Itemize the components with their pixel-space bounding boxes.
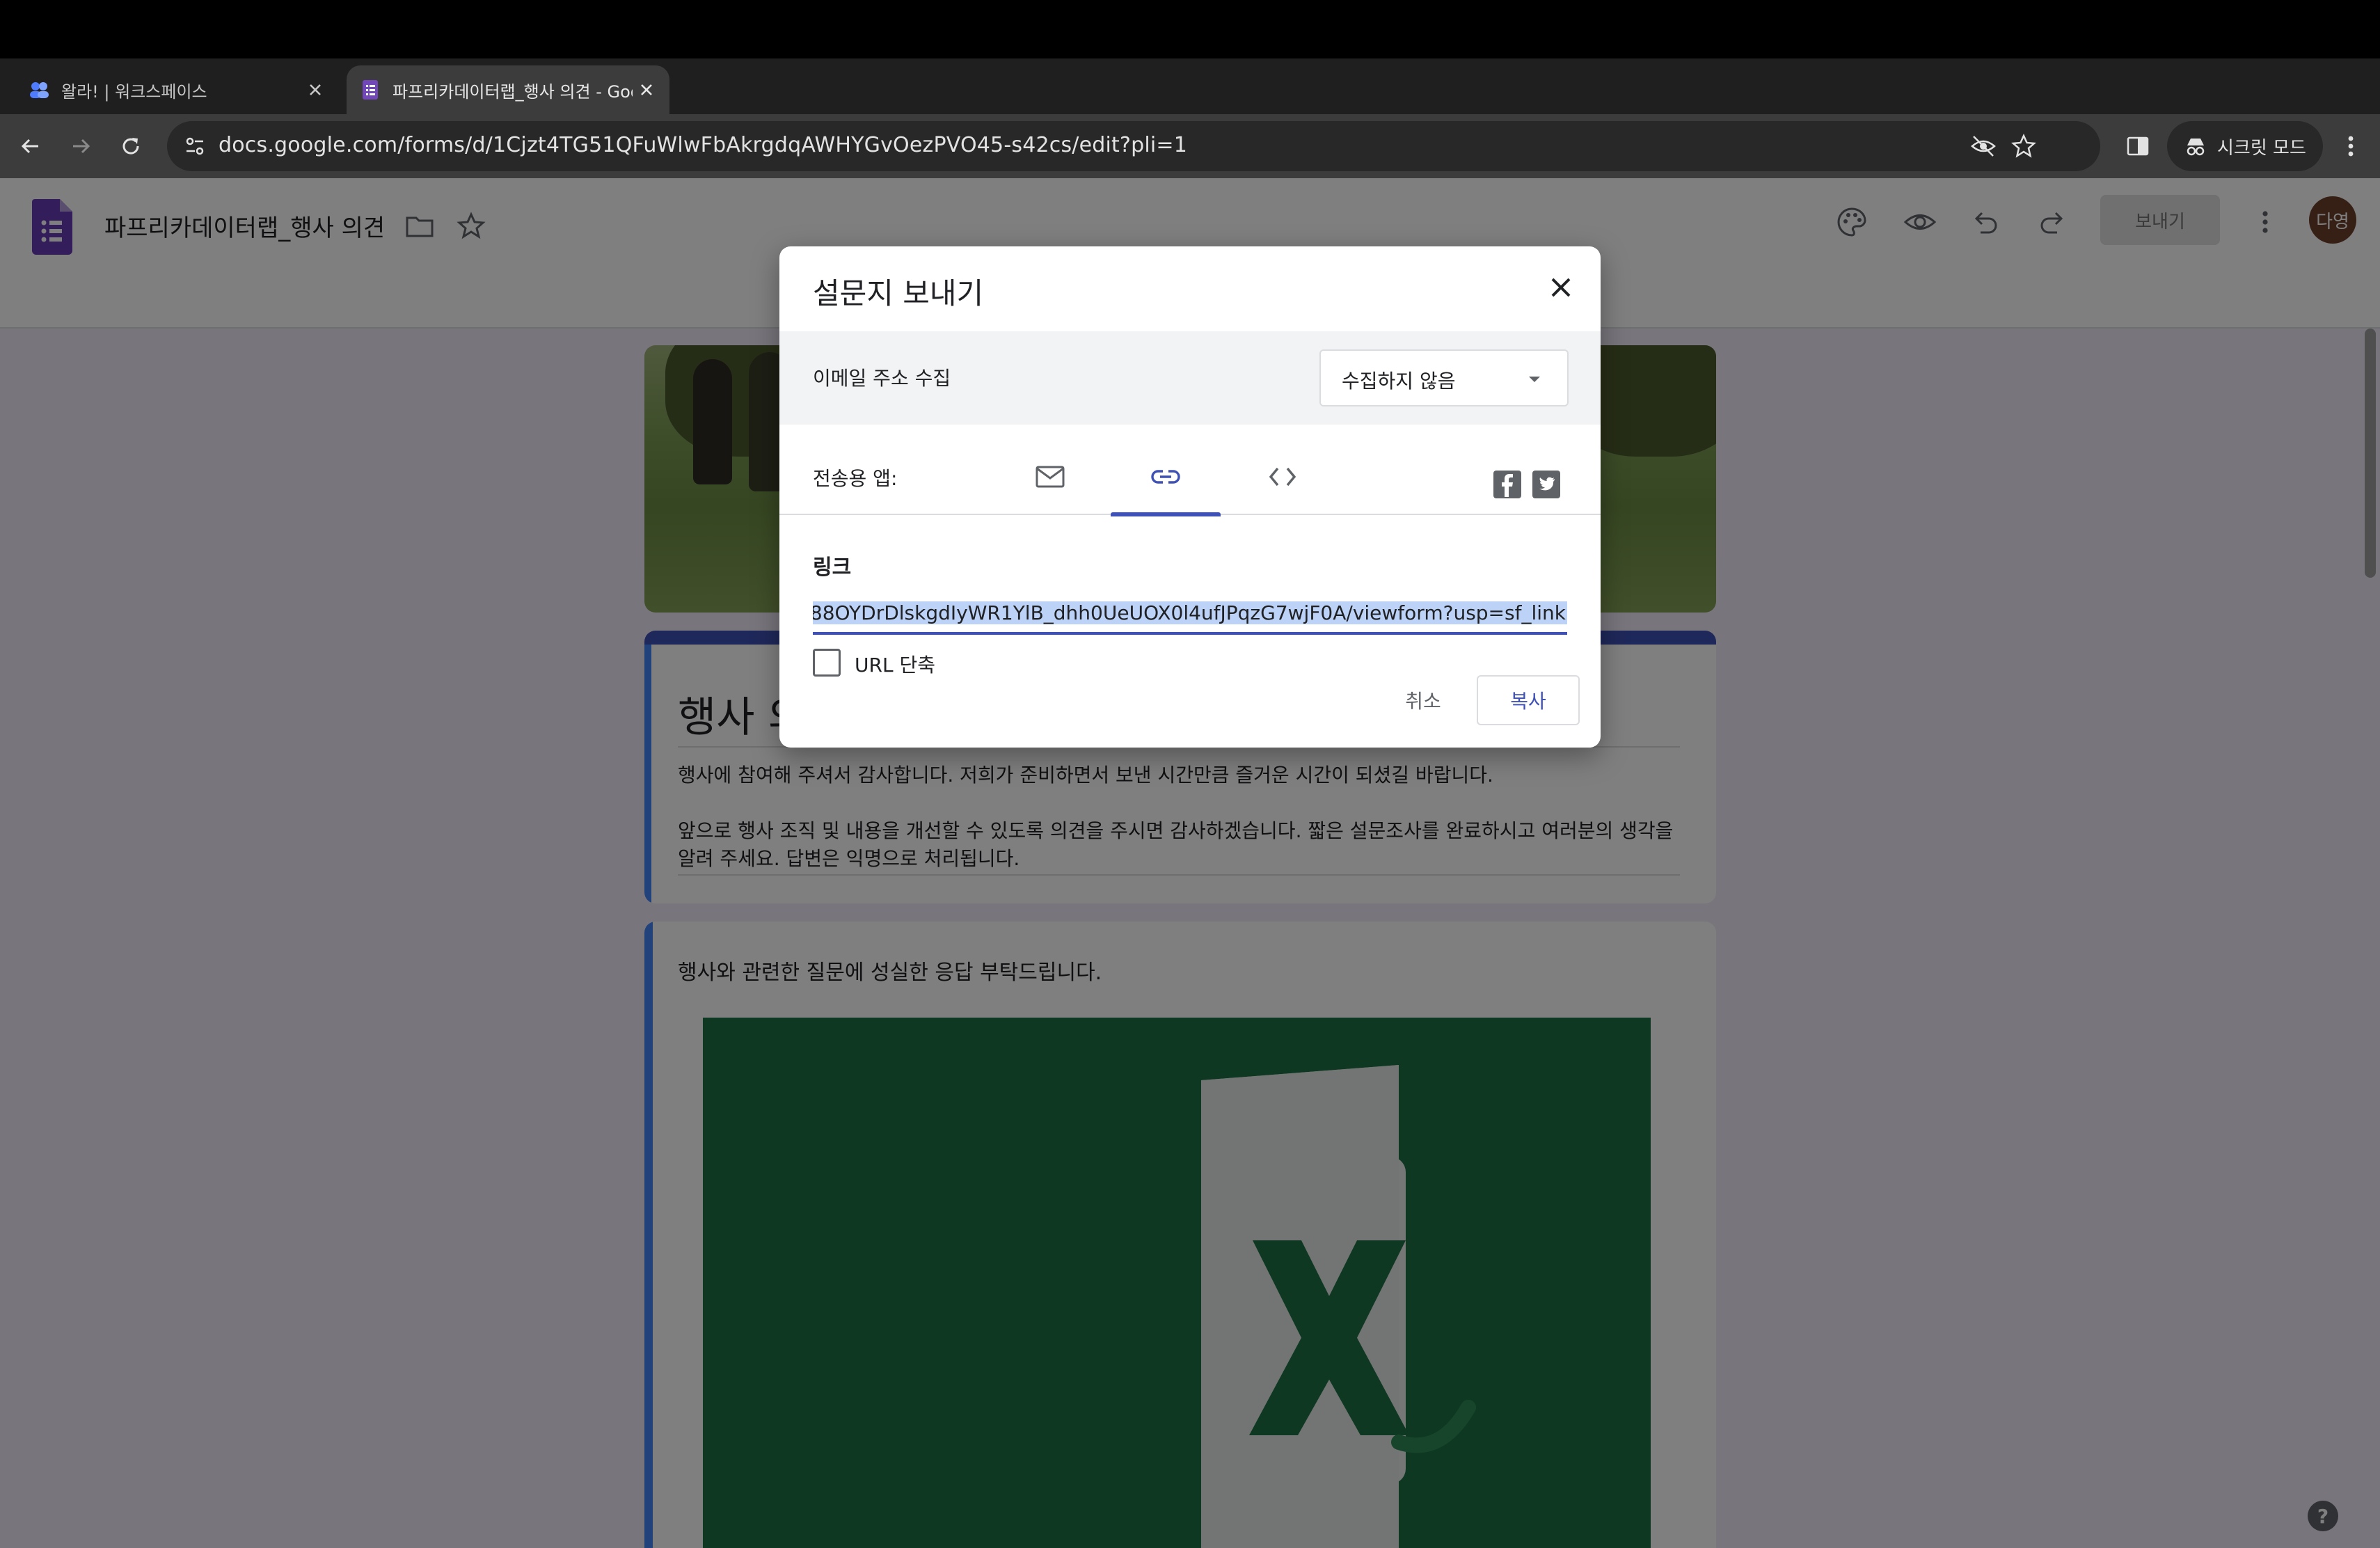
share-link-value: QLSd188OYDrDlskgdIyWR1YlB_dhh0UeUOX0l4uf… [813,601,1567,624]
browser-toolbar: docs.google.com/forms/d/1Cjzt4TG51QFuWlw… [0,114,2380,178]
browser-tab-strip: 왈라! | 워크스페이스 파프리카데이터랩_행사 의견 - Goo [0,58,2380,161]
back-arrow-icon[interactable] [15,131,46,161]
embed-code-icon [1267,461,1299,493]
forward-arrow-icon[interactable] [65,131,96,161]
address-bar[interactable]: docs.google.com/forms/d/1Cjzt4TG51QFuWlw… [167,121,2100,171]
tab-title: 왈라! | 워크스페이스 [61,81,207,102]
send-via-tabs: 전송용 앱: [779,425,1601,516]
close-icon[interactable] [1544,270,1578,305]
link-heading: 링크 [813,555,852,580]
email-collection-label: 이메일 주소 수집 [813,367,951,390]
email-collection-row: 이메일 주소 수집 수집하지 않음 [779,331,1601,425]
shorten-url-checkbox[interactable] [813,649,841,677]
tab-google-forms[interactable]: 파프리카데이터랩_행사 의견 - Goo [347,65,669,114]
browser-menu-icon[interactable] [2335,131,2366,161]
eye-off-icon[interactable] [1969,132,1997,160]
url-text: docs.google.com/forms/d/1Cjzt4TG51QFuWlw… [219,133,1188,157]
close-tab-icon[interactable] [306,81,324,99]
dropdown-arrow-icon [1523,368,1546,391]
tab-send-link[interactable] [1111,448,1221,516]
side-panel-icon[interactable] [2123,131,2153,161]
shorten-url-label[interactable]: URL 단축 [855,650,935,678]
copy-button[interactable]: 복사 [1477,675,1580,725]
site-info-tune-icon[interactable] [181,132,209,160]
dialog-title: 설문지 보내기 [813,276,984,310]
tab-title: 파프리카데이터랩_행사 의견 - Goo [392,81,633,102]
twitter-icon[interactable] [1531,469,1562,500]
link-icon [1150,461,1182,493]
facebook-icon[interactable] [1492,469,1523,500]
incognito-label: 시크릿 모드 [2217,137,2306,159]
tab-send-email[interactable] [995,448,1105,515]
tab-send-embed[interactable] [1228,448,1338,515]
email-collection-select[interactable]: 수집하지 않음 [1319,349,1569,406]
bookmark-star-icon[interactable] [2010,132,2038,160]
send-via-label: 전송용 앱: [813,467,898,490]
email-envelope-icon [1034,461,1066,493]
active-tab-indicator [1111,512,1221,516]
incognito-icon [2184,134,2207,158]
reload-icon[interactable] [116,131,146,161]
close-tab-icon[interactable] [637,81,656,99]
share-link-input[interactable]: QLSd188OYDrDlskgdIyWR1YlB_dhh0UeUOX0l4uf… [813,594,1567,635]
os-top-bar [0,0,2380,58]
email-collection-value: 수집하지 않음 [1342,370,1456,393]
incognito-mode-badge[interactable]: 시크릿 모드 [2167,121,2323,171]
tab-workspace[interactable]: 왈라! | 워크스페이스 [0,65,344,114]
cancel-button[interactable]: 취소 [1385,675,1461,725]
workspace-people-icon [28,79,50,101]
google-forms-icon [359,79,381,101]
send-form-dialog: 설문지 보내기 이메일 주소 수집 수집하지 않음 전송용 앱: 링크 QLSd… [779,246,1601,748]
